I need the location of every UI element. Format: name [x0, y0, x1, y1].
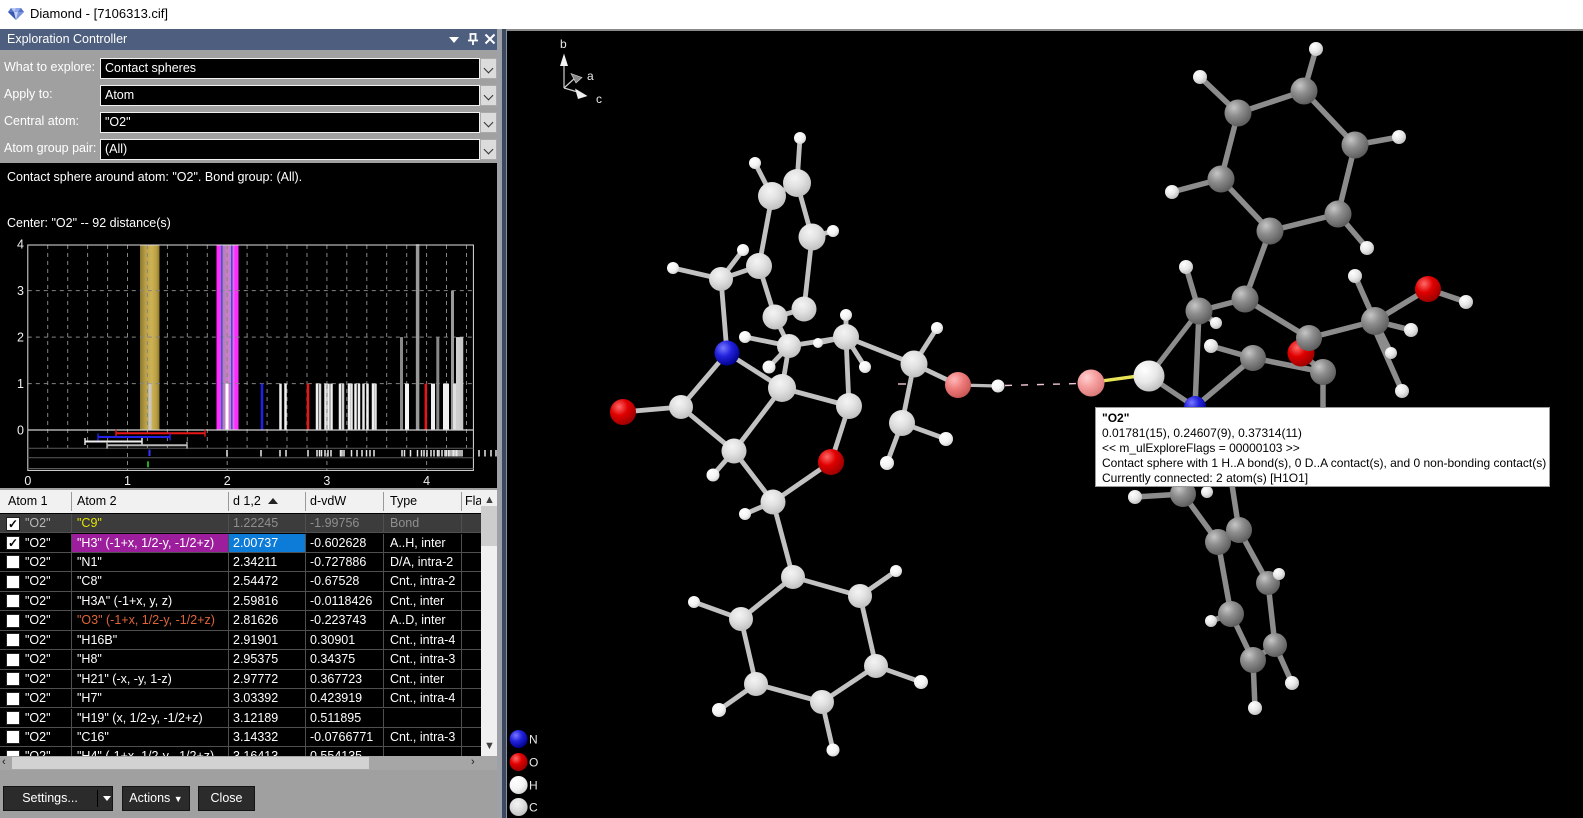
svg-text:b: b: [560, 37, 567, 51]
svg-text:1: 1: [124, 474, 131, 488]
svg-text:3: 3: [323, 474, 330, 488]
svg-text:4: 4: [17, 238, 24, 252]
svg-text:4: 4: [423, 474, 430, 488]
svg-text:2: 2: [17, 331, 24, 345]
svg-text:c: c: [596, 92, 602, 106]
svg-text:a: a: [587, 69, 594, 83]
svg-text:C: C: [529, 801, 538, 815]
svg-text:1: 1: [17, 377, 24, 391]
svg-text:2: 2: [224, 474, 231, 488]
svg-text:H: H: [529, 779, 538, 793]
svg-text:O: O: [529, 756, 538, 770]
svg-text:0: 0: [24, 474, 31, 488]
svg-text:3: 3: [17, 284, 24, 298]
svg-text:0: 0: [17, 424, 24, 438]
svg-text:N: N: [529, 733, 538, 747]
